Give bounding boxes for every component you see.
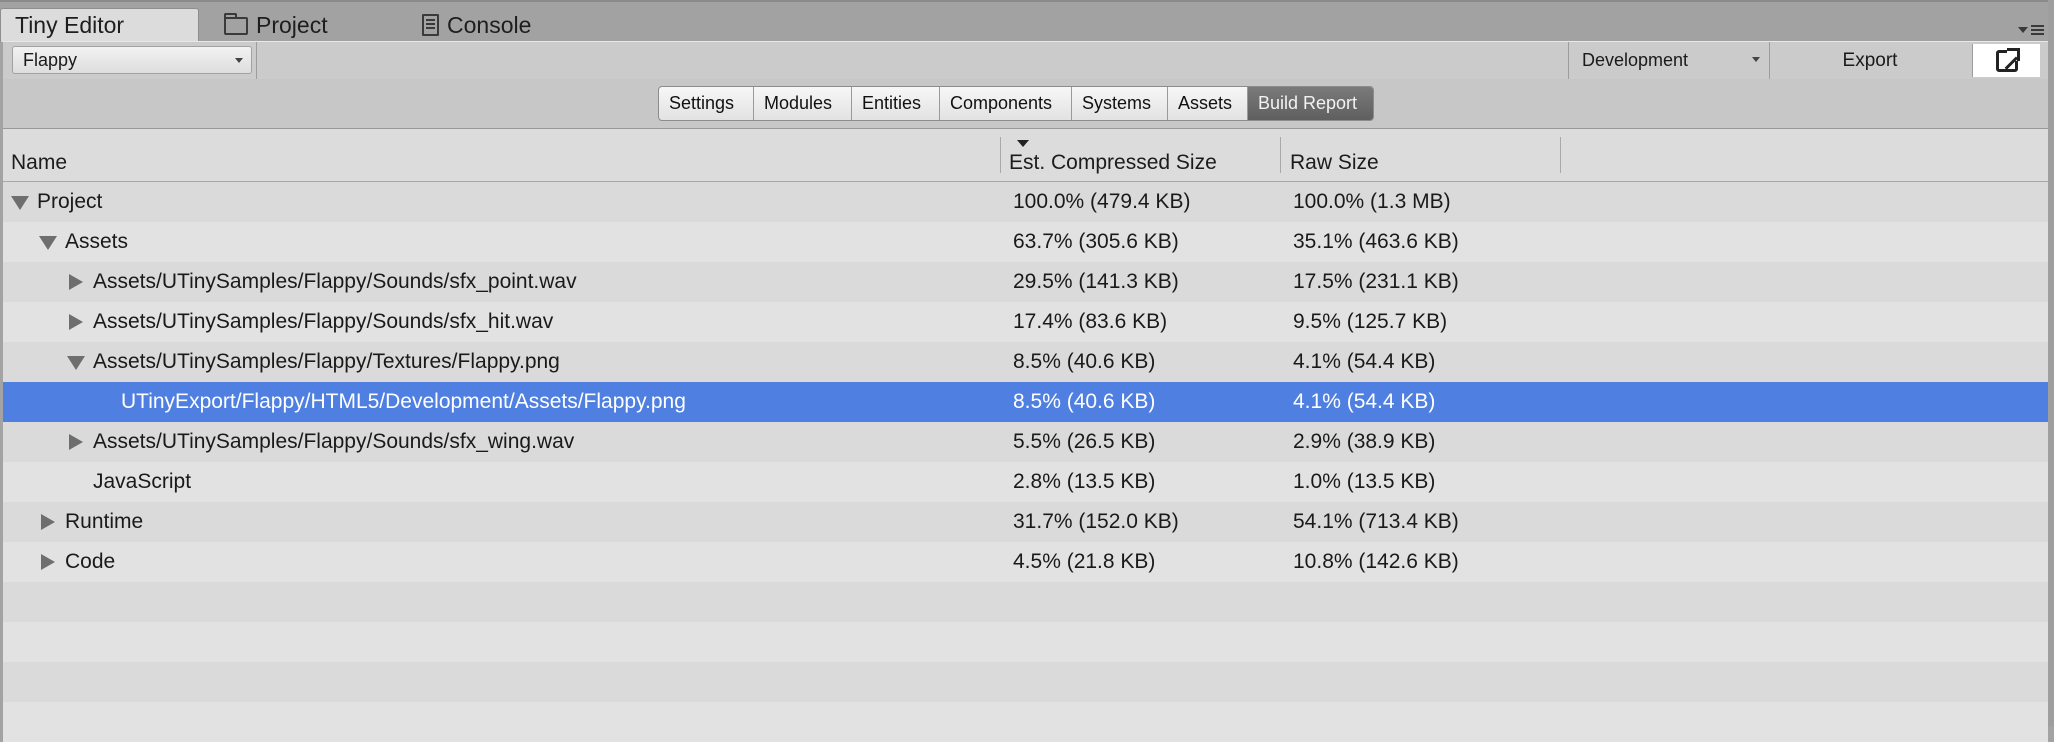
tab-entities[interactable]: Entities bbox=[852, 87, 940, 120]
chevron-down-icon bbox=[235, 58, 243, 63]
row-name: Assets/UTinySamples/Flappy/Textures/Flap… bbox=[93, 350, 560, 373]
expand-arrow-right-icon[interactable] bbox=[69, 434, 83, 450]
expand-arrow-right-icon[interactable] bbox=[41, 554, 55, 570]
row-compressed-size: 8.5% (40.6 KB) bbox=[1013, 390, 1156, 413]
row-compressed-size: 5.5% (26.5 KB) bbox=[1013, 430, 1156, 453]
row-compressed-size: 4.5% (21.8 KB) bbox=[1013, 550, 1156, 573]
tab-console[interactable]: Console bbox=[408, 8, 588, 42]
section-tabs: Settings Modules Entities Components Sys… bbox=[658, 86, 1374, 121]
row-name: Assets/UTinySamples/Flappy/Sounds/sfx_po… bbox=[93, 270, 577, 293]
build-config-select[interactable]: Development bbox=[1572, 46, 1768, 74]
tab-label: Tiny Editor bbox=[15, 12, 125, 38]
empty-row bbox=[3, 702, 2048, 742]
console-icon bbox=[422, 14, 439, 36]
tab-components[interactable]: Components bbox=[940, 87, 1072, 120]
row-compressed-size: 17.4% (83.6 KB) bbox=[1013, 310, 1168, 333]
tab-project[interactable]: Project bbox=[210, 8, 390, 42]
column-divider[interactable] bbox=[1000, 137, 1001, 173]
tab-build-report[interactable]: Build Report bbox=[1248, 87, 1373, 120]
row-name: JavaScript bbox=[93, 470, 192, 493]
tab-tiny-editor[interactable]: Tiny Editor bbox=[0, 8, 199, 42]
table-row[interactable]: Code 4.5% (21.8 KB) 10.8% (142.6 KB) bbox=[3, 542, 2048, 582]
expand-arrow-right-icon[interactable] bbox=[41, 514, 55, 530]
row-raw-size: 100.0% (1.3 MB) bbox=[1293, 190, 1451, 213]
row-raw-size: 54.1% (713.4 KB) bbox=[1293, 510, 1459, 533]
editor-tab-strip: Tiny Editor Project Console bbox=[0, 0, 2054, 43]
row-compressed-size: 2.8% (13.5 KB) bbox=[1013, 470, 1156, 493]
toolbar-divider bbox=[1568, 42, 1569, 79]
row-compressed-size: 29.5% (141.3 KB) bbox=[1013, 270, 1179, 293]
table-row[interactable]: Assets/UTinySamples/Flappy/Textures/Flap… bbox=[3, 342, 2048, 382]
expand-arrow-down-icon[interactable] bbox=[11, 196, 29, 210]
tab-label: Console bbox=[447, 11, 532, 38]
empty-row bbox=[3, 622, 2048, 662]
export-button[interactable]: Export bbox=[1770, 42, 1970, 79]
toolbar: Flappy Development Export bbox=[3, 41, 2048, 80]
table-row[interactable]: Assets 63.7% (305.6 KB) 35.1% (463.6 KB) bbox=[3, 222, 2048, 262]
toolbar-divider bbox=[256, 42, 257, 79]
empty-row bbox=[3, 582, 2048, 622]
table-row[interactable]: Assets/UTinySamples/Flappy/Sounds/sfx_po… bbox=[3, 262, 2048, 302]
table-row[interactable]: Assets/UTinySamples/Flappy/Sounds/sfx_wi… bbox=[3, 422, 2048, 462]
table-row[interactable]: Runtime 31.7% (152.0 KB) 54.1% (713.4 KB) bbox=[3, 502, 2048, 542]
folder-icon bbox=[224, 13, 248, 35]
row-raw-size: 4.1% (54.4 KB) bbox=[1293, 390, 1436, 413]
expand-arrow-right-icon[interactable] bbox=[69, 274, 83, 290]
row-raw-size: 2.9% (38.9 KB) bbox=[1293, 430, 1436, 453]
row-raw-size: 1.0% (13.5 KB) bbox=[1293, 470, 1436, 493]
row-name: Runtime bbox=[65, 510, 144, 533]
empty-row bbox=[3, 662, 2048, 702]
tab-assets[interactable]: Assets bbox=[1168, 87, 1248, 120]
table-row[interactable]: UTinyExport/Flappy/HTML5/Development/Ass… bbox=[3, 382, 2048, 422]
column-header-raw[interactable]: Raw Size bbox=[1290, 151, 1379, 175]
row-raw-size: 10.8% (142.6 KB) bbox=[1293, 550, 1459, 573]
row-compressed-size: 63.7% (305.6 KB) bbox=[1013, 230, 1179, 253]
chevron-down-icon bbox=[1752, 57, 1760, 62]
table-row[interactable]: JavaScript 2.8% (13.5 KB) 1.0% (13.5 KB) bbox=[3, 462, 2048, 502]
expand-arrow-down-icon[interactable] bbox=[67, 356, 85, 370]
tab-options-menu-icon[interactable] bbox=[2018, 20, 2044, 40]
row-name: Code bbox=[65, 550, 116, 573]
window-edge bbox=[2048, 0, 2054, 726]
project-select-value: Flappy bbox=[23, 49, 78, 70]
row-compressed-size: 8.5% (40.6 KB) bbox=[1013, 350, 1156, 373]
project-select[interactable]: Flappy bbox=[12, 46, 252, 74]
chevron-down-icon bbox=[2018, 27, 2028, 33]
external-window-icon bbox=[1995, 46, 2021, 72]
row-raw-size: 17.5% (231.1 KB) bbox=[1293, 270, 1459, 293]
hamburger-icon bbox=[2031, 29, 2044, 31]
column-header-compressed[interactable]: Est. Compressed Size bbox=[1009, 151, 1217, 175]
tab-settings[interactable]: Settings bbox=[659, 87, 754, 120]
row-name: Project bbox=[37, 190, 103, 213]
column-header-name[interactable]: Name bbox=[11, 151, 67, 175]
tab-modules[interactable]: Modules bbox=[754, 87, 852, 120]
table-header: Name Est. Compressed Size Raw Size bbox=[3, 129, 2048, 182]
row-name: UTinyExport/Flappy/HTML5/Development/Ass… bbox=[121, 390, 686, 413]
row-compressed-size: 100.0% (479.4 KB) bbox=[1013, 190, 1191, 213]
tab-label: Project bbox=[256, 11, 328, 38]
expand-arrow-down-icon[interactable] bbox=[39, 236, 57, 250]
build-report-table: Name Est. Compressed Size Raw Size Proje… bbox=[3, 129, 2048, 742]
row-raw-size: 9.5% (125.7 KB) bbox=[1293, 310, 1448, 333]
build-config-value: Development bbox=[1582, 49, 1689, 70]
expand-arrow-right-icon[interactable] bbox=[69, 314, 83, 330]
row-raw-size: 4.1% (54.4 KB) bbox=[1293, 350, 1436, 373]
popout-button[interactable] bbox=[1972, 44, 2040, 77]
tiny-editor-window: Tiny Editor Project Console Flappy Devel… bbox=[0, 0, 2054, 742]
row-name: Assets bbox=[65, 230, 129, 253]
export-label: Export bbox=[1842, 49, 1898, 71]
row-name: Assets/UTinySamples/Flappy/Sounds/sfx_hi… bbox=[93, 310, 554, 333]
row-name: Assets/UTinySamples/Flappy/Sounds/sfx_wi… bbox=[93, 430, 575, 453]
section-navbar: Settings Modules Entities Components Sys… bbox=[3, 79, 2048, 129]
sort-descending-icon bbox=[1017, 140, 1029, 147]
tab-systems[interactable]: Systems bbox=[1072, 87, 1168, 120]
table-row[interactable]: Assets/UTinySamples/Flappy/Sounds/sfx_hi… bbox=[3, 302, 2048, 342]
table-body: Project 100.0% (479.4 KB) 100.0% (1.3 MB) A… bbox=[3, 182, 2048, 742]
column-divider[interactable] bbox=[1280, 137, 1281, 173]
column-divider[interactable] bbox=[1560, 137, 1561, 173]
row-compressed-size: 31.7% (152.0 KB) bbox=[1013, 510, 1179, 533]
row-raw-size: 35.1% (463.6 KB) bbox=[1293, 230, 1459, 253]
table-row[interactable]: Project 100.0% (479.4 KB) 100.0% (1.3 MB) bbox=[3, 182, 2048, 222]
